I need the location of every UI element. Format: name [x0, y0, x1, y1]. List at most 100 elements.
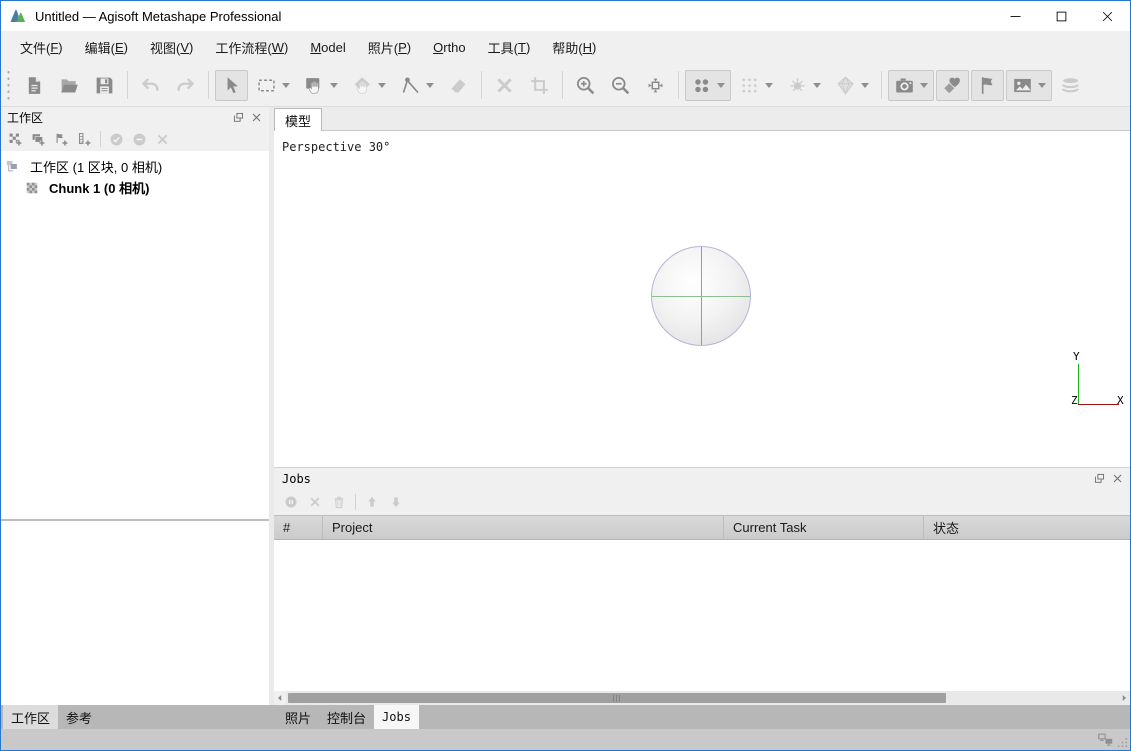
save-button[interactable] [88, 70, 121, 101]
dropdown-arrow-icon[interactable] [717, 83, 725, 88]
jobs-panel-title: Jobs [282, 472, 1090, 486]
open-folder-button[interactable] [53, 70, 86, 101]
show-cameras-button[interactable] [888, 70, 934, 101]
chunk-icon [25, 181, 39, 195]
right-tab-2[interactable]: Jobs [374, 705, 419, 729]
jobs-column-header-2[interactable]: Current Task [724, 516, 924, 539]
close-panel-button[interactable] [1108, 471, 1126, 487]
add-marker-button[interactable] [50, 129, 73, 150]
horizontal-scrollbar[interactable] [274, 691, 1130, 705]
toolbar-grip[interactable] [5, 69, 13, 101]
workspace-tree: 工作区 (1 区块, 0 相机) Chunk 1 (0 相机) [1, 151, 269, 519]
close-button[interactable] [1084, 1, 1130, 31]
win-min-icon [1008, 9, 1023, 24]
scroll-left-icon[interactable] [274, 691, 286, 705]
tiled-model-icon [835, 75, 856, 96]
toolbar-separator [127, 71, 128, 99]
chunk-icon [25, 181, 44, 195]
left-tab-0[interactable]: 工作区 [3, 705, 58, 729]
undo-button [134, 70, 167, 101]
add-scalebar-icon [77, 132, 92, 147]
toolbar-separator [481, 71, 482, 99]
jobs-panel-header: Jobs [274, 468, 1130, 489]
eraser-icon [448, 75, 469, 96]
tiled-model-button [829, 70, 875, 101]
content-area: 工作区 工作区 (1 区块, 0 相机) Chunk 1 (0 相机) [1, 107, 1130, 705]
scroll-right-icon [1119, 693, 1129, 703]
float-panel-button[interactable] [229, 109, 247, 125]
jobs-column-header-1[interactable]: Project [323, 516, 724, 539]
win-close-icon [1100, 9, 1115, 24]
main-toolbar [1, 64, 1130, 107]
zoom-out-button[interactable] [604, 70, 637, 101]
dropdown-arrow-icon[interactable] [1038, 83, 1046, 88]
ruler-angle-button[interactable] [394, 70, 440, 101]
workspace-panel-title: 工作区 [7, 109, 229, 126]
add-chunk-icon [8, 132, 23, 147]
close-panel-button[interactable] [247, 109, 265, 125]
navigation-pan-icon [304, 75, 325, 96]
dropdown-arrow-icon[interactable] [861, 83, 869, 88]
point-grid-button [733, 70, 779, 101]
menu-item-o[interactable]: Ortho [422, 31, 477, 64]
menu-bar: 文件(F)编辑(E)视图(V)工作流程(W)Model照片(P)Ortho工具(… [1, 31, 1130, 64]
tree-item-workspace[interactable]: 工作区 (1 区块, 0 相机) [1, 156, 269, 177]
float-panel-button[interactable] [1090, 471, 1108, 487]
minimize-button[interactable] [992, 1, 1038, 31]
dropdown-arrow-icon[interactable] [378, 83, 386, 88]
dropdown-arrow-icon[interactable] [282, 83, 290, 88]
tree-item-chunk[interactable]: Chunk 1 (0 相机) [1, 177, 269, 198]
menu-item-w[interactable]: 工作流程(W) [204, 31, 299, 64]
right-tab-1[interactable]: 控制台 [319, 705, 374, 729]
show-markers-button[interactable] [971, 70, 1004, 101]
menu-item-v[interactable]: 视图(V) [139, 31, 204, 64]
navigation-pan-button[interactable] [298, 70, 344, 101]
point-cloud-glow-button [781, 70, 827, 101]
tab-model[interactable]: 模型 [274, 108, 322, 131]
add-scalebar-button[interactable] [73, 129, 96, 150]
cancel-x-button [304, 492, 326, 512]
jobs-column-header-0[interactable]: # [274, 516, 323, 539]
layers-icon [1060, 75, 1081, 96]
add-chunk-button[interactable] [4, 129, 27, 150]
add-photos-button[interactable] [27, 129, 50, 150]
rectangle-selection-button[interactable] [250, 70, 296, 101]
eraser-button [442, 70, 475, 101]
menu-item-f[interactable]: 文件(F) [9, 31, 74, 64]
menu-item-t[interactable]: 工具(T) [477, 31, 542, 64]
tree-item-workspace-label: 工作区 (1 区块, 0 相机) [30, 157, 162, 176]
dropdown-arrow-icon[interactable] [765, 83, 773, 88]
tree-item-chunk-label: Chunk 1 (0 相机) [49, 178, 149, 197]
select-arrow-button[interactable] [215, 70, 248, 101]
fit-view-button[interactable] [639, 70, 672, 101]
left-tab-1[interactable]: 参考 [58, 705, 100, 729]
tie-points-button[interactable] [685, 70, 731, 101]
disable-minus-button [128, 129, 151, 150]
open-folder-icon [59, 75, 80, 96]
zoom-in-button[interactable] [569, 70, 602, 101]
axis-x-label: X [1117, 394, 1124, 407]
dropdown-arrow-icon[interactable] [330, 83, 338, 88]
toolbar-separator [562, 71, 563, 99]
scrollbar-thumb[interactable] [288, 693, 946, 703]
remove-x-button [151, 129, 174, 150]
resize-grip-icon[interactable] [1116, 736, 1129, 749]
maximize-button[interactable] [1038, 1, 1084, 31]
dropdown-arrow-icon[interactable] [426, 83, 434, 88]
dropdown-arrow-icon[interactable] [920, 83, 928, 88]
menu-item-m[interactable]: Model [299, 31, 356, 64]
right-tab-0[interactable]: 照片 [277, 705, 319, 729]
pause-circle-icon [284, 495, 298, 509]
fit-view-icon [645, 75, 666, 96]
scroll-right-icon[interactable] [1118, 691, 1130, 705]
float-panel-icon [232, 111, 245, 124]
jobs-column-header-3[interactable]: 状态 [924, 516, 1130, 539]
menu-item-p[interactable]: 照片(P) [357, 31, 422, 64]
model-viewport[interactable]: Perspective 30° Y Z X [274, 131, 1130, 467]
show-images-button[interactable] [1006, 70, 1052, 101]
dropdown-arrow-icon[interactable] [813, 83, 821, 88]
menu-item-e[interactable]: 编辑(E) [74, 31, 139, 64]
new-document-button[interactable] [18, 70, 51, 101]
menu-item-h[interactable]: 帮助(H) [541, 31, 607, 64]
show-shapes-button[interactable] [936, 70, 969, 101]
